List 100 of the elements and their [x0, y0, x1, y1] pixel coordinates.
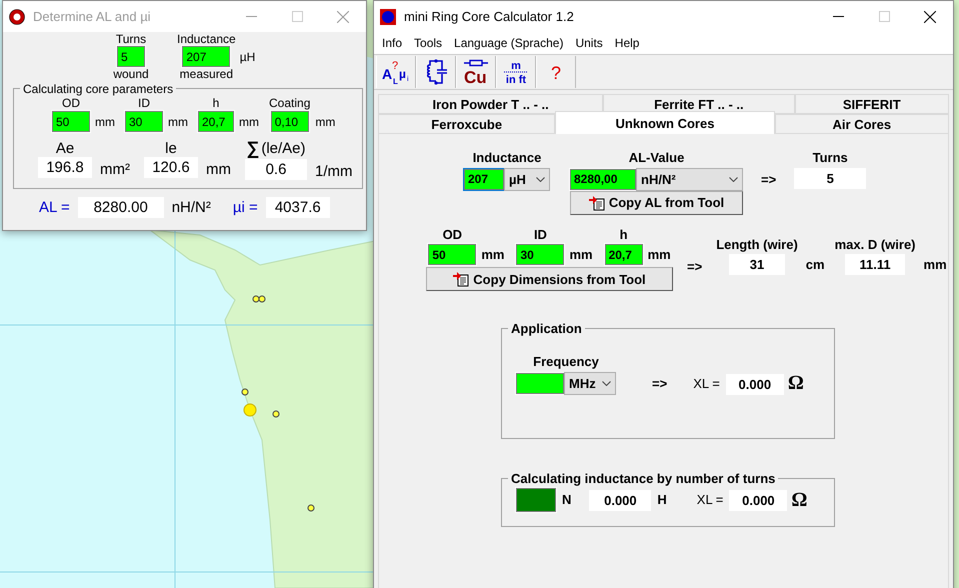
unit-label: mm	[95, 114, 115, 130]
dimension-label: Coating	[269, 96, 310, 110]
turns-label: Turns	[116, 32, 146, 46]
xl-value: 0.000	[729, 490, 788, 511]
wire-label: max. D (wire)	[834, 236, 916, 252]
dimension-label: h	[620, 226, 628, 242]
arrow-label: =>	[761, 172, 776, 188]
ring-core-icon	[9, 8, 25, 24]
unit-label: mm	[239, 114, 259, 130]
menu-item[interactable]: Info	[376, 36, 408, 50]
parameter-value: 196.8	[38, 157, 92, 178]
toolbar-button[interactable]: Cu	[456, 56, 496, 88]
parameter-label: Ae	[56, 140, 74, 158]
unit-label: nH/N²	[172, 198, 211, 216]
tab[interactable]: Unknown Cores	[555, 111, 775, 134]
ring-core-icon	[380, 8, 396, 24]
circuit-icon	[424, 59, 448, 85]
xl-label: XL =	[696, 492, 724, 508]
menu-item[interactable]: Tools	[408, 36, 448, 50]
dimension-input[interactable]: 50	[428, 244, 476, 266]
menu-item[interactable]: Language (Sprache)	[448, 36, 570, 50]
window-title: Determine AL and µi	[33, 9, 152, 24]
unit-label: mm	[168, 114, 188, 130]
al-value-label: AL-Value	[628, 150, 684, 166]
parameter-value: 0.6	[245, 159, 307, 180]
dimension-input[interactable]: 30	[516, 244, 564, 266]
ohm-unit: Ω	[791, 488, 808, 512]
unit-label: cm	[806, 256, 825, 272]
dimension-label: ID	[138, 96, 150, 110]
dimension-input[interactable]: 20,7	[604, 244, 643, 266]
menu-item[interactable]: Help	[608, 36, 646, 50]
copy-dimensions-button[interactable]: Copy Dimensions from Tool	[426, 267, 673, 292]
unit-label: 1/mm	[315, 163, 352, 180]
xl-value: 0.000	[726, 374, 784, 395]
wire-label: Length (wire)	[716, 236, 798, 252]
dimension-label: ID	[534, 226, 547, 242]
turns-label: Turns	[812, 150, 848, 166]
group-title: Calculating core parameters	[22, 82, 174, 96]
help-icon: ?	[549, 60, 563, 84]
unit-label: mm	[648, 246, 671, 262]
arrow-label: =>	[687, 258, 702, 274]
inductance-label: Inductance	[177, 32, 236, 46]
wire-value: 31	[728, 254, 785, 276]
dimension-input[interactable]: 50	[52, 111, 90, 132]
close-icon[interactable]	[924, 10, 936, 22]
copy-al-button[interactable]: Copy AL from Tool	[570, 190, 743, 215]
result-label: AL =	[39, 198, 70, 216]
window-title: mini Ring Core Calculator 1.2	[404, 9, 575, 24]
tab[interactable]: SIFFERIT	[794, 94, 949, 114]
ohm-unit: Ω	[788, 372, 804, 395]
unit-dropdown[interactable]: µH	[504, 168, 550, 191]
dimension-label: h	[212, 96, 220, 110]
unit-dropdown[interactable]: nH/N²	[636, 168, 743, 191]
unit-label: H	[657, 492, 667, 508]
unit-label: mm	[924, 256, 947, 272]
inductance-value: 0.000	[589, 490, 652, 511]
chevron-icon	[729, 176, 738, 182]
parameter-label: le	[165, 140, 177, 158]
tab[interactable]: Ferroxcube	[378, 114, 556, 134]
turns-input[interactable]: 5	[117, 46, 145, 68]
unit-label: mm	[569, 246, 593, 262]
group-title: Application	[510, 321, 583, 336]
xl-label: XL =	[693, 376, 720, 392]
dimension-label: OD	[62, 96, 80, 110]
n-label: N	[562, 492, 572, 508]
unit-label: mm	[315, 114, 336, 130]
frequency-label: Frequency	[533, 354, 599, 370]
sigma-symbol: ∑	[246, 138, 260, 160]
toolbar-button[interactable]: m in ft	[496, 56, 536, 88]
toolbar-button[interactable]	[416, 56, 456, 88]
dimension-input[interactable]: 0,10	[270, 111, 309, 132]
frequency-input[interactable]	[516, 372, 564, 394]
toolbar-button[interactable]: ?	[536, 56, 576, 88]
arrow-label: =>	[652, 376, 668, 392]
tab[interactable]: Iron Powder T .. - ..	[378, 94, 604, 114]
unit-label: mm	[206, 161, 231, 178]
unit-label: µH	[240, 50, 256, 64]
inductance-input[interactable]: 207	[464, 168, 504, 190]
turns-value: 5	[794, 168, 866, 189]
inductance-label: Inductance	[472, 150, 542, 166]
unit-dropdown[interactable]: MHz	[564, 372, 616, 395]
result-value: 8280.00	[78, 196, 164, 218]
wound-caption: wound	[113, 67, 149, 82]
tab[interactable]: Air Cores	[774, 114, 949, 134]
copy-icon	[453, 271, 470, 288]
dimension-input[interactable]: 30	[125, 111, 163, 132]
dimension-input[interactable]: 20,7	[198, 111, 234, 132]
result-label: µi =	[232, 198, 258, 216]
unit-label: mm²	[100, 161, 130, 178]
turns-input[interactable]	[516, 488, 556, 512]
inductance-input[interactable]: 207	[182, 46, 230, 68]
copy-icon	[588, 194, 605, 211]
wire-value: 11.11	[845, 254, 906, 276]
menu-item[interactable]: Units	[569, 36, 609, 50]
unit-label: mm	[481, 246, 504, 262]
al-value-input[interactable]: 8280,00	[570, 168, 636, 190]
chevron-icon	[602, 380, 611, 386]
measured-caption: measured	[180, 67, 234, 82]
group-title: Calculating inductance by number of turns	[510, 471, 776, 486]
chevron-icon	[536, 176, 545, 182]
